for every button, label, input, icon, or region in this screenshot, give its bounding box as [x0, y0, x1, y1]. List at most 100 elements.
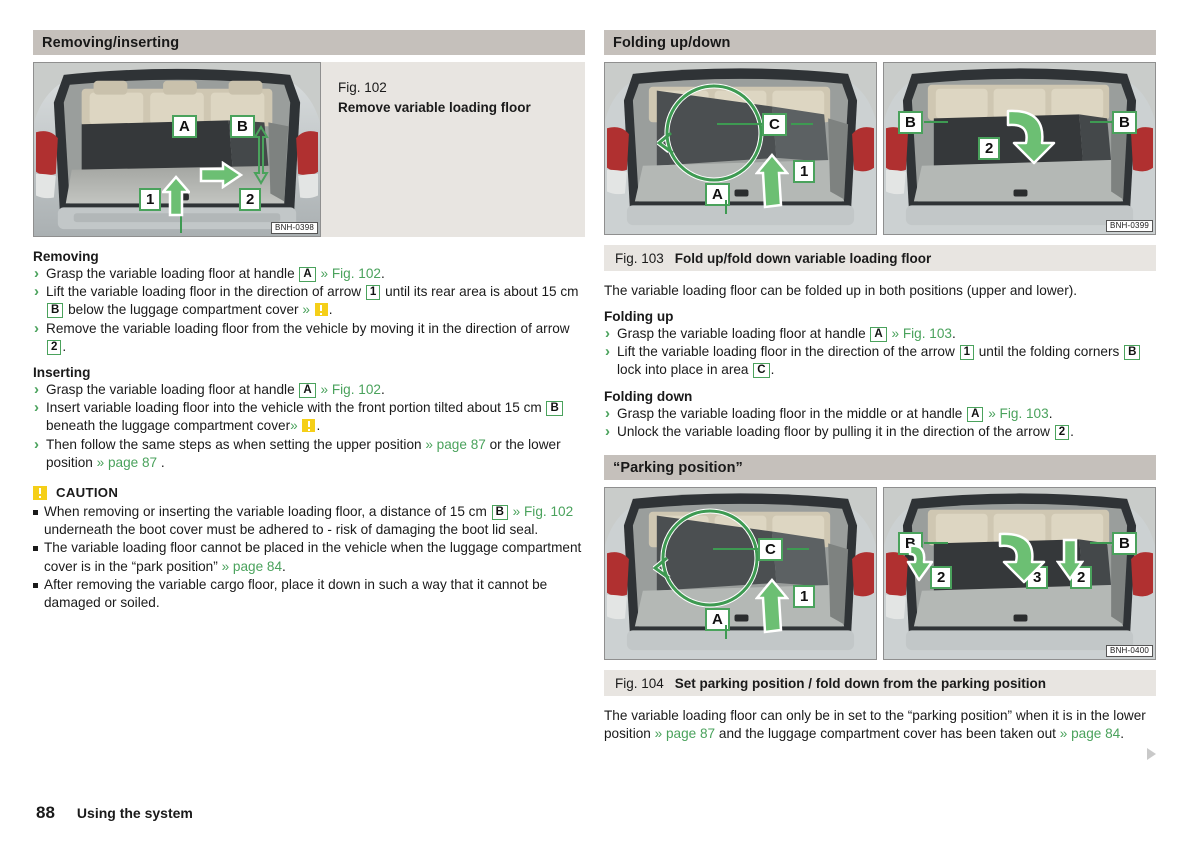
cross-reference-link[interactable]: » Fig. 102 [321, 382, 381, 397]
cross-reference-link[interactable]: » page 84 [1060, 726, 1120, 741]
callout-line-a [725, 200, 727, 214]
figure-102-block: A B 1 2 BNH-0398 Fig. 102 Remove variabl… [33, 62, 585, 237]
reference-box: 1 [959, 345, 974, 361]
list-item: Then follow the same steps as when setti… [33, 435, 585, 472]
steps-removing: Grasp the variable loading floor at hand… [33, 264, 585, 356]
warning-icon [314, 303, 328, 317]
subheading-folding-down: Folding down [604, 388, 693, 404]
figure-102-image-code: BNH-0398 [271, 222, 318, 234]
callout-label-1: 1 [793, 585, 816, 609]
figure-102-caption-number: Fig. 102 [338, 80, 387, 95]
callout-line-b-right [1090, 121, 1112, 123]
figure-104-panel-left: C A 1 [604, 487, 877, 661]
list-item: Lift the variable loading floor in the d… [604, 342, 1156, 379]
arrow-double-vertical [253, 125, 269, 185]
cross-reference-link[interactable]: » Fig. 103 [892, 326, 952, 341]
steps-folding-down: Grasp the variable loading floor in the … [604, 404, 1156, 443]
callout-line-b-left [924, 121, 948, 123]
cross-reference-link[interactable]: » [290, 418, 298, 433]
reference-box: A [870, 327, 887, 343]
figure-103-images: C A 1 B B 2 BNH-0399 [604, 62, 1156, 235]
callout-line-a [725, 625, 727, 640]
list-item: Unlock the variable loading floor by pul… [604, 422, 1156, 442]
figure-104-image-code: BNH-0400 [1106, 645, 1153, 658]
cross-reference-link[interactable]: » page 87 [425, 437, 485, 452]
callout-label-1: 1 [793, 160, 816, 183]
list-item: The variable loading floor cannot be pla… [33, 539, 585, 575]
section-header-removing-inserting: Removing/inserting [33, 30, 585, 55]
section-header-parking-position: “Parking position” [604, 455, 1156, 481]
figure-104-images: C A 1 B B 2 3 2 BNH-0400 [604, 487, 1156, 661]
list-item: Grasp the variable loading floor at hand… [604, 324, 1156, 344]
reference-box: B [491, 505, 508, 521]
figure-102-caption-text: Remove variable loading floor [338, 99, 531, 115]
subheading-removing: Removing [33, 249, 99, 264]
arrow-right-green [199, 161, 243, 189]
cross-reference-link[interactable]: » page 84 [222, 559, 282, 574]
reference-box: 2 [47, 339, 62, 355]
subheading-inserting: Inserting [33, 365, 91, 381]
callout-line-c-right [791, 123, 813, 125]
callout-label-c: C [762, 113, 787, 136]
callout-label-2: 2 [978, 137, 1001, 160]
callout-line-c-right [787, 548, 809, 551]
arrow-down-small-green [906, 544, 934, 582]
cross-reference-link[interactable]: » Fig. 102 [513, 504, 573, 519]
list-item: After removing the variable cargo floor,… [33, 576, 585, 612]
reference-box: C [753, 363, 770, 379]
list-item: Remove the variable loading floor from t… [33, 319, 585, 356]
list-item: Grasp the variable loading floor at hand… [33, 264, 585, 284]
page-title: Using the system [76, 805, 193, 821]
list-item: Lift the variable loading floor in the d… [33, 282, 585, 319]
reference-box: A [299, 267, 316, 282]
warning-icon [33, 485, 47, 500]
arrow-curved-down-green [998, 532, 1046, 584]
continuation-arrow-icon [1147, 748, 1156, 760]
callout-label-a: A [172, 115, 197, 138]
cross-reference-link[interactable]: » Fig. 102 [321, 266, 381, 281]
warning-icon [302, 419, 316, 433]
parking-outro-paragraph: The variable loading floor can only be i… [604, 708, 1146, 742]
figure-103-panel-left: C A 1 [604, 62, 877, 235]
reference-box: 2 [1054, 424, 1070, 440]
reference-box: 1 [365, 285, 381, 301]
figure-104-caption-text: Set parking position / fold down from th… [674, 675, 1047, 691]
page-footer: 88 Using the system [36, 803, 193, 823]
reference-box: A [299, 383, 316, 399]
steps-inserting: Grasp the variable loading floor at hand… [33, 380, 585, 472]
manual-page: Removing/inserting A B 1 2 BNH-0398 Fig.… [0, 0, 1200, 845]
callout-line-c-left [717, 123, 765, 125]
caution-header: CAUTION [33, 485, 585, 500]
arrow-up-green [755, 578, 789, 634]
section-header-folding: Folding up/down [604, 30, 1156, 55]
figure-102-image: A B 1 2 BNH-0398 [33, 62, 321, 237]
figure-102-caption: Fig. 102 Remove variable loading floor [321, 62, 585, 237]
page-number: 88 [36, 803, 55, 822]
callout-label-2: 2 [239, 188, 262, 211]
right-column: Folding up/down C A 1 B B 2 BNH-0399 Fig… [604, 30, 1156, 752]
reference-box: B [1124, 345, 1141, 361]
list-item: Grasp the variable loading floor in the … [604, 404, 1156, 424]
caution-title: CAUTION [56, 485, 119, 501]
reference-box: B [546, 401, 563, 417]
cross-reference-link[interactable]: » Fig. 103 [988, 406, 1048, 421]
caution-items: When removing or inserting the variable … [33, 503, 585, 612]
figure-103-panel-right: B B 2 BNH-0399 [883, 62, 1156, 235]
steps-folding-up: Grasp the variable loading floor at hand… [604, 324, 1156, 380]
figure-104-caption-number: Fig. 104 [615, 675, 664, 691]
reference-box: A [967, 406, 984, 422]
area-highlight-c [657, 83, 764, 183]
arrow-curved-down-green [1006, 109, 1056, 165]
arrow-up-green [755, 153, 789, 209]
callout-label-b-right: B [1112, 532, 1137, 556]
cross-reference-link[interactable]: » [302, 302, 310, 317]
cross-reference-link[interactable]: » page 87 [655, 726, 715, 741]
callout-label-b-right: B [1112, 111, 1137, 134]
cross-reference-link[interactable]: » page 87 [97, 455, 157, 470]
area-highlight-c [653, 508, 760, 608]
callout-label-c: C [758, 538, 783, 562]
figure-103-caption: Fig. 103 Fold up/fold down variable load… [604, 245, 1156, 271]
figure-103-caption-number: Fig. 103 [615, 250, 664, 266]
left-column: Removing/inserting A B 1 2 BNH-0398 Fig.… [33, 30, 585, 612]
folding-intro-paragraph: The variable loading floor can be folded… [604, 283, 1078, 298]
